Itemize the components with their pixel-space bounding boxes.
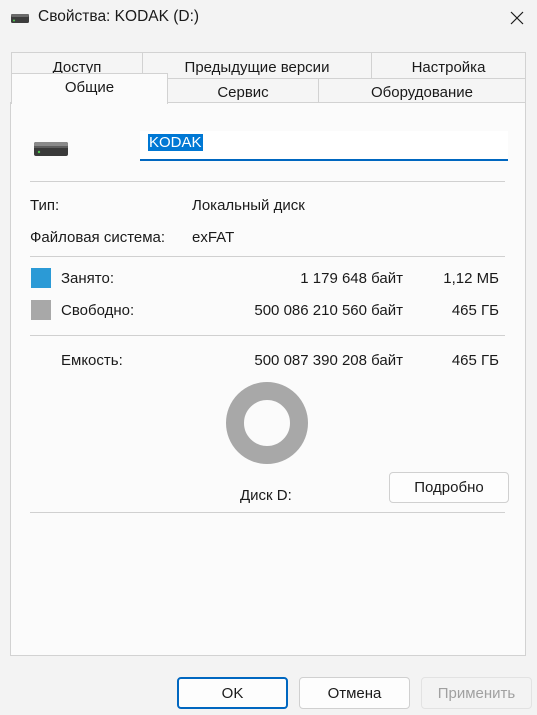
free-label: Свободно: bbox=[61, 302, 135, 319]
drive-icon bbox=[34, 142, 68, 156]
type-value: Локальный диск bbox=[192, 197, 305, 214]
tab-label: Предыдущие версии bbox=[184, 59, 330, 76]
drive-icon bbox=[11, 14, 29, 23]
tab-previous-versions[interactable]: Предыдущие версии bbox=[142, 52, 372, 80]
disk-usage-chart bbox=[226, 382, 308, 464]
tab-label: Оборудование bbox=[370, 84, 474, 101]
title-bar: Свойства: KODAK (D:) bbox=[0, 0, 537, 36]
drive-name-text: KODAK bbox=[148, 134, 203, 151]
tab-label: Сервис bbox=[217, 84, 269, 101]
divider bbox=[30, 256, 505, 257]
filesystem-value: exFAT bbox=[192, 229, 235, 246]
general-tab-panel bbox=[10, 102, 526, 656]
tab-general[interactable]: Общие bbox=[11, 73, 168, 104]
close-icon bbox=[510, 11, 523, 25]
type-label: Тип: bbox=[30, 197, 60, 214]
tab-hardware[interactable]: Оборудование bbox=[318, 78, 526, 103]
divider bbox=[30, 512, 505, 513]
disk-label: Диск D: bbox=[240, 487, 292, 504]
ok-button[interactable]: OK bbox=[177, 677, 288, 709]
used-short: 1,12 МБ bbox=[443, 270, 499, 287]
drive-name-input[interactable]: KODAK bbox=[140, 131, 508, 161]
free-bytes: 500 086 210 560 байт bbox=[254, 302, 403, 319]
close-button[interactable] bbox=[496, 0, 537, 36]
cancel-button[interactable]: Отмена bbox=[299, 677, 410, 709]
tab-label: Настройка bbox=[411, 59, 486, 76]
free-short: 465 ГБ bbox=[451, 302, 499, 319]
window-title: Свойства: KODAK (D:) bbox=[38, 8, 200, 25]
capacity-bytes: 500 087 390 208 байт bbox=[254, 352, 403, 369]
used-bytes: 1 179 648 байт bbox=[300, 270, 403, 287]
used-space-swatch bbox=[31, 268, 51, 288]
capacity-short: 465 ГБ bbox=[451, 352, 499, 369]
tab-customize[interactable]: Настройка bbox=[371, 52, 526, 80]
tab-label: Общие bbox=[64, 79, 115, 96]
free-space-ring bbox=[226, 382, 308, 464]
details-button[interactable]: Подробно bbox=[389, 472, 509, 503]
apply-button[interactable]: Применить bbox=[421, 677, 532, 709]
used-label: Занято: bbox=[61, 270, 115, 287]
capacity-label: Емкость: bbox=[61, 352, 123, 369]
divider bbox=[30, 335, 505, 336]
filesystem-label: Файловая система: bbox=[30, 229, 166, 246]
tab-tools[interactable]: Сервис bbox=[167, 78, 319, 103]
free-space-swatch bbox=[31, 300, 51, 320]
divider bbox=[30, 181, 505, 182]
